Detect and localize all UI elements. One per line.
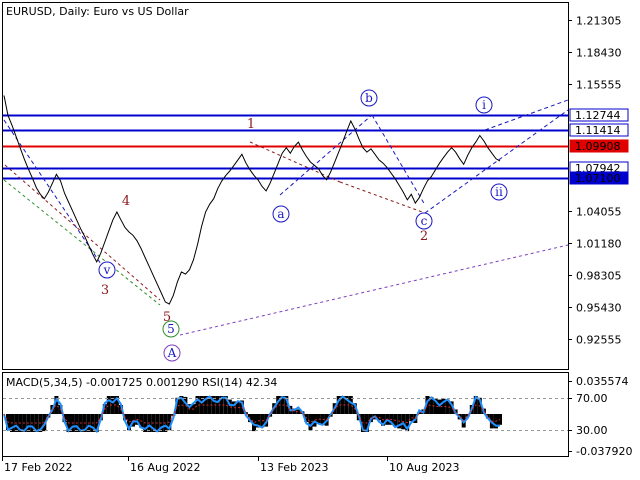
indicator-title: MACD(5,34,5) -0.001725 0.001290 RSI(14) …: [6, 376, 277, 389]
trendline-4: [249, 141, 341, 183]
wave-label-1: 2: [420, 229, 428, 244]
time-x-axis: 17 Feb 2022 16 Aug 2022 13 Feb 2023 10 Aug …: [2, 457, 459, 474]
wave-label-9: c: [415, 212, 433, 230]
price-level-tags: 1.127441.114141.099081.079421.07100: [569, 108, 629, 185]
svg-text:5: 5: [167, 322, 175, 336]
indicator-y-axis: 0.035574 70.00 30.00 -0.037920: [568, 375, 632, 458]
svg-text:1.11414: 1.11414: [575, 124, 621, 137]
ind-tick-label-2: 30.00: [576, 424, 608, 437]
price-panel-frame: [2, 2, 569, 370]
trendline-7: [279, 114, 373, 196]
trendline-0: [3, 179, 161, 306]
x-tick-label-1: 16 Aug 2022: [130, 461, 200, 474]
wave-label-0: 1: [247, 117, 255, 132]
level-tag-1: 1.11414: [569, 123, 629, 137]
level-tag-2: 1.09908: [569, 139, 629, 153]
level-tag-4: 1.07100: [569, 171, 629, 185]
svg-text:1.12744: 1.12744: [575, 109, 621, 122]
eurusd-chart[interactable]: 123455Aabcviii 1.213051.184301.155551.04…: [0, 0, 640, 480]
wave-label-8: b: [360, 89, 378, 107]
x-tick-label-3: 10 Aug 2023: [389, 461, 459, 474]
wave-label-2: 3: [101, 283, 109, 298]
svg-text:v: v: [103, 263, 111, 277]
trendline-8: [371, 114, 426, 206]
y-tick-label-2: 1.15555: [576, 79, 622, 92]
svg-text:i: i: [482, 98, 486, 112]
svg-text:ii: ii: [495, 185, 503, 199]
level-tag-0: 1.12744: [569, 108, 629, 122]
y-tick-label-0: 1.21305: [576, 15, 622, 28]
y-tick-label-1: 1.18430: [576, 47, 622, 60]
trendline-3: [179, 244, 569, 336]
ind-tick-label-0: 0.035574: [576, 375, 629, 388]
wave-label-5: 5: [162, 320, 180, 338]
ind-tick-label-3: -0.037920: [576, 445, 632, 458]
x-tick-label-2: 13 Feb 2023: [260, 461, 328, 474]
svg-text:1.07100: 1.07100: [575, 172, 621, 185]
wave-label-10: v: [98, 261, 116, 279]
svg-text:c: c: [421, 214, 428, 228]
chart-title: EURUSD, Daily: Euro vs US Dollar: [6, 5, 189, 18]
horizontal-levels: [3, 114, 568, 180]
y-tick-label-5: 0.98305: [576, 270, 622, 283]
wave-label-6: A: [163, 344, 181, 362]
svg-text:a: a: [277, 207, 284, 221]
svg-text:3: 3: [101, 283, 109, 298]
svg-text:1: 1: [247, 117, 255, 132]
macd-bar-76: [308, 414, 313, 431]
y-tick-label-4: 1.01180: [576, 238, 622, 251]
svg-text:2: 2: [420, 229, 428, 244]
ind-tick-label-1: 70.00: [576, 392, 608, 405]
x-tick-label-0: 17 Feb 2022: [4, 461, 72, 474]
svg-text:4: 4: [122, 194, 130, 209]
wave-label-11: i: [475, 96, 493, 114]
wave-label-12: ii: [490, 183, 508, 201]
svg-text:b: b: [365, 91, 373, 105]
svg-text:A: A: [167, 346, 177, 360]
svg-text:1.09908: 1.09908: [575, 140, 621, 153]
y-tick-label-7: 0.92555: [576, 334, 622, 347]
y-tick-label-3: 1.04055: [576, 206, 622, 219]
wave-label-7: a: [272, 205, 290, 223]
y-tick-label-6: 0.95430: [576, 302, 622, 315]
wave-label-3: 4: [122, 194, 130, 209]
